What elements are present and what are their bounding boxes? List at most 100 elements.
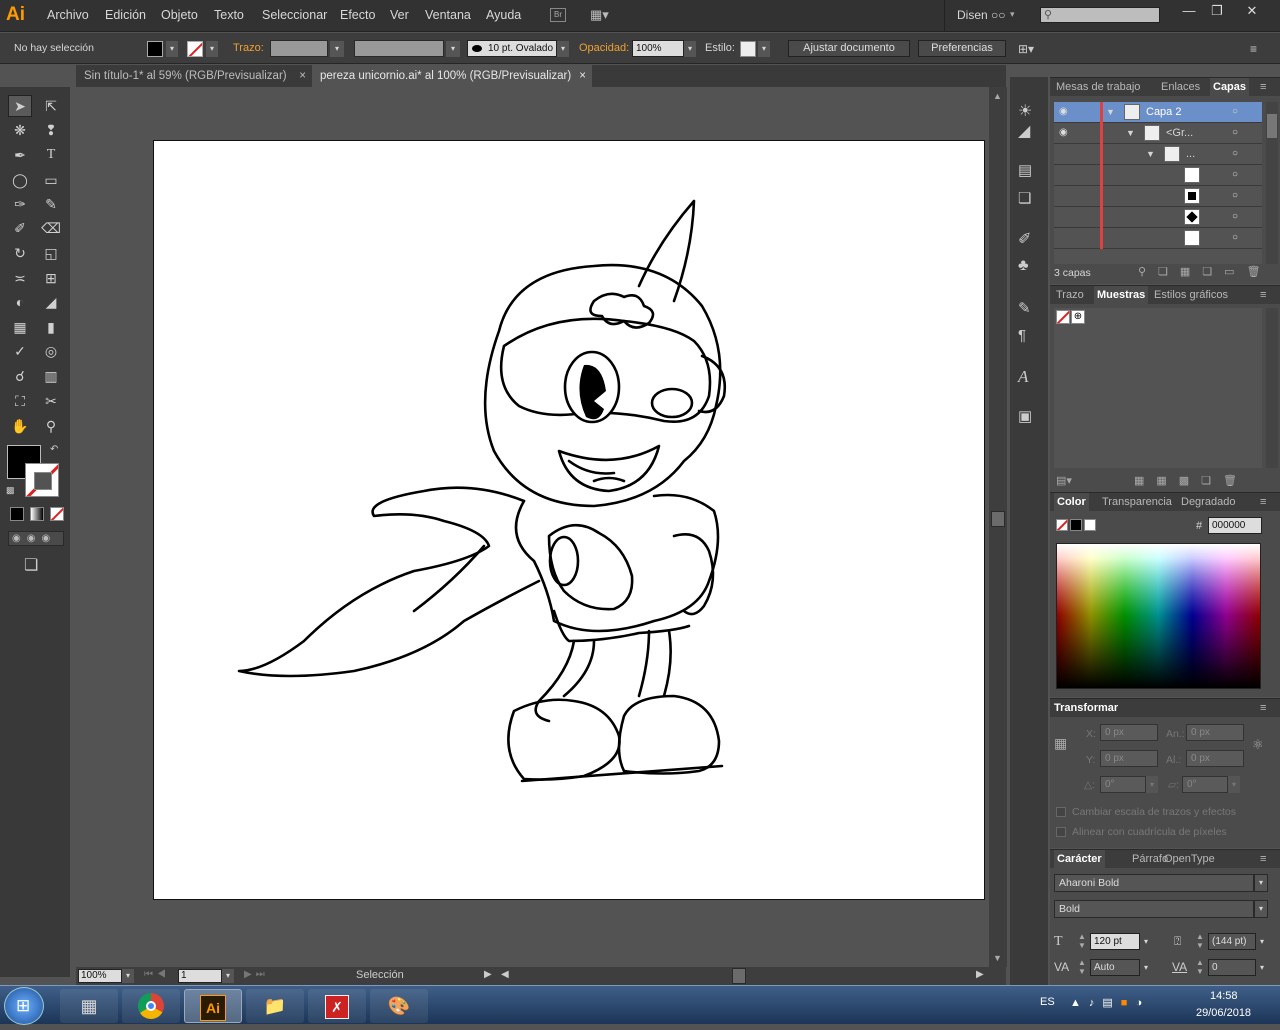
tab-stroke[interactable]: Trazo (1056, 289, 1084, 301)
tab-document-1[interactable]: Sin título-1* al 59% (RGB/Previsualizar)… (76, 65, 310, 87)
scroll-right-icon[interactable]: ▶ (976, 969, 984, 980)
selection-tool-icon[interactable]: ➤ (9, 96, 31, 116)
stepper-icon[interactable]: ▲ ▼ (1078, 932, 1086, 950)
status-menu-arrow-icon[interactable]: ▶ (484, 969, 492, 980)
shape-builder-tool-icon[interactable]: ◐ (9, 292, 31, 312)
menu-ventana[interactable]: Ventana (425, 8, 471, 22)
close-window-button[interactable]: ✕ (1238, 3, 1266, 21)
target-icon[interactable]: ○ (1232, 211, 1238, 222)
paragraph-styles-icon[interactable]: ¶ (1018, 327, 1026, 344)
target-icon[interactable]: ○ (1232, 232, 1238, 243)
chrome-taskbar-icon[interactable] (122, 989, 180, 1023)
tab-graphic-styles[interactable]: Estilos gráficos (1154, 289, 1228, 301)
opacity-field[interactable]: 100% (632, 40, 684, 57)
fill-dropdown[interactable]: ▾ (166, 41, 178, 57)
menu-ver[interactable]: Ver (390, 8, 409, 22)
pencil-tool-icon[interactable]: ✎ (40, 194, 62, 214)
scale-tool-icon[interactable]: ◱ (40, 243, 62, 263)
adjust-document-button[interactable]: Ajustar documento (788, 40, 910, 57)
hex-color-input[interactable]: 000000 (1208, 517, 1262, 534)
tab-swatches[interactable]: Muestras (1094, 286, 1149, 304)
pathfinder-icon[interactable]: ❏ (1018, 189, 1031, 207)
draw-mode-icons[interactable]: ◉◉◉ (8, 531, 64, 546)
pen-tool-icon[interactable]: ✒ (9, 145, 31, 165)
hand-tool-icon[interactable]: ✋ (9, 416, 31, 436)
target-icon[interactable]: ○ (1232, 148, 1238, 159)
stroke-label[interactable]: Trazo: (233, 42, 264, 54)
column-graph-tool-icon[interactable]: ▥ (40, 366, 62, 386)
direct-selection-tool-icon[interactable]: ⇱ (40, 96, 62, 116)
color-black-swatch[interactable] (1070, 519, 1082, 531)
mesh-tool-icon[interactable]: ▦ (9, 317, 31, 337)
eye-icon[interactable]: ◉ (1059, 106, 1068, 117)
kerning-dropdown[interactable]: ▾ (1140, 960, 1152, 976)
layer-row[interactable]: ○ (1054, 186, 1262, 207)
symbols-icon[interactable]: ♣ (1018, 257, 1029, 275)
layers-footer-icons[interactable]: ⚲❏▦❏▭🗑 (1138, 265, 1273, 278)
image-trace-icon[interactable]: ▣ (1018, 407, 1032, 425)
eraser-tool-icon[interactable]: ⌫ (40, 218, 62, 238)
brushes-icon[interactable]: ✐ (1018, 229, 1031, 249)
expand-triangle-icon[interactable]: ▼ (1126, 128, 1135, 138)
zoom-tool-icon[interactable]: ⚲ (40, 416, 62, 436)
scroll-left-icon[interactable]: ◀ (501, 969, 509, 980)
variable-width-dropdown[interactable]: ▾ (446, 41, 460, 57)
graphic-styles-icon[interactable]: ◢ (1018, 121, 1030, 141)
fill-swatch[interactable] (147, 41, 163, 57)
blob-brush-tool-icon[interactable]: ✐ (9, 218, 31, 238)
color-mode-icon[interactable] (10, 507, 24, 521)
font-family-dropdown[interactable]: ▾ (1254, 874, 1268, 892)
opacity-dropdown[interactable]: ▾ (684, 41, 696, 57)
rotate-dropdown[interactable]: ▾ (1146, 776, 1158, 793)
pdf-taskbar-icon[interactable]: ✗ (308, 989, 366, 1023)
layer-row[interactable]: ○ (1054, 207, 1262, 228)
stroke-weight-dropdown[interactable]: ▾ (330, 41, 344, 57)
artboard[interactable] (153, 140, 985, 900)
appearance-icon[interactable]: ☀ (1018, 101, 1032, 121)
menu-texto[interactable]: Texto (214, 8, 244, 22)
panel-menu-icon[interactable]: ≡ (1260, 853, 1266, 865)
tracking-field[interactable]: 0 (1208, 959, 1256, 976)
close-icon[interactable]: × (299, 65, 306, 87)
expand-triangle-icon[interactable]: ▼ (1106, 107, 1115, 117)
panel-menu-icon[interactable]: ≡ (1260, 702, 1266, 714)
font-size-field[interactable]: 120 pt (1090, 933, 1140, 950)
rectangle-tool-icon[interactable]: ▭ (40, 170, 62, 190)
tab-paragraph[interactable]: Párrafo (1132, 853, 1168, 865)
gradient-tool-icon[interactable]: ▮ (40, 317, 62, 337)
y-field[interactable]: 0 px (1100, 750, 1158, 767)
swatches-footer-icons[interactable]: ▦▦▩❏🗑 (1134, 474, 1249, 487)
panel-menu-icon[interactable]: ≡ (1260, 289, 1266, 301)
stepper-icon[interactable]: ▲ ▼ (1196, 932, 1204, 950)
tab-opentype[interactable]: OpenType (1164, 853, 1215, 865)
kerning-field[interactable]: Auto (1090, 959, 1140, 976)
reference-point-icon[interactable]: ▦ (1054, 735, 1067, 752)
font-size-dropdown[interactable]: ▾ (1140, 934, 1152, 950)
leading-field[interactable]: (144 pt) (1208, 933, 1256, 950)
symbol-sprayer-tool-icon[interactable]: ☌ (9, 366, 31, 386)
minimize-button[interactable]: — (1175, 3, 1203, 21)
menu-ayuda[interactable]: Ayuda (486, 8, 521, 22)
x-field[interactable]: 0 px (1100, 724, 1158, 741)
unicorn-illustration[interactable] (154, 141, 986, 901)
vertical-scrollbar[interactable]: ▲ ▼ (989, 87, 1007, 967)
help-search-input[interactable]: ⚲ (1040, 7, 1160, 23)
registration-swatch-icon[interactable]: ⊕ (1071, 310, 1085, 324)
calculator-taskbar-icon[interactable]: ▦ (60, 989, 118, 1023)
layer-row[interactable]: ◉ ▼ <Gr... ○ (1054, 123, 1262, 144)
swatches-scrollbar[interactable] (1266, 308, 1278, 468)
tab-color[interactable]: Color (1054, 493, 1089, 511)
panel-menu-icon[interactable]: ≡ (1260, 81, 1266, 93)
stepper-icon[interactable]: ▲ ▼ (1078, 958, 1086, 976)
swatch-none[interactable] (1056, 310, 1070, 324)
tab-artboards[interactable]: Mesas de trabajo (1056, 81, 1140, 93)
default-colors-icon[interactable]: ▩ (6, 485, 15, 496)
color-white-swatch[interactable] (1084, 519, 1096, 531)
style-swatch[interactable] (740, 41, 756, 57)
horizontal-scroll-thumb[interactable] (732, 968, 746, 984)
opacity-label[interactable]: Opacidad: (579, 42, 629, 54)
preferences-button[interactable]: Preferencias (918, 40, 1006, 57)
style-dropdown[interactable]: ▾ (758, 41, 770, 57)
zoom-dropdown[interactable]: ▾ (122, 969, 134, 983)
restore-button[interactable]: ❐ (1203, 3, 1231, 21)
